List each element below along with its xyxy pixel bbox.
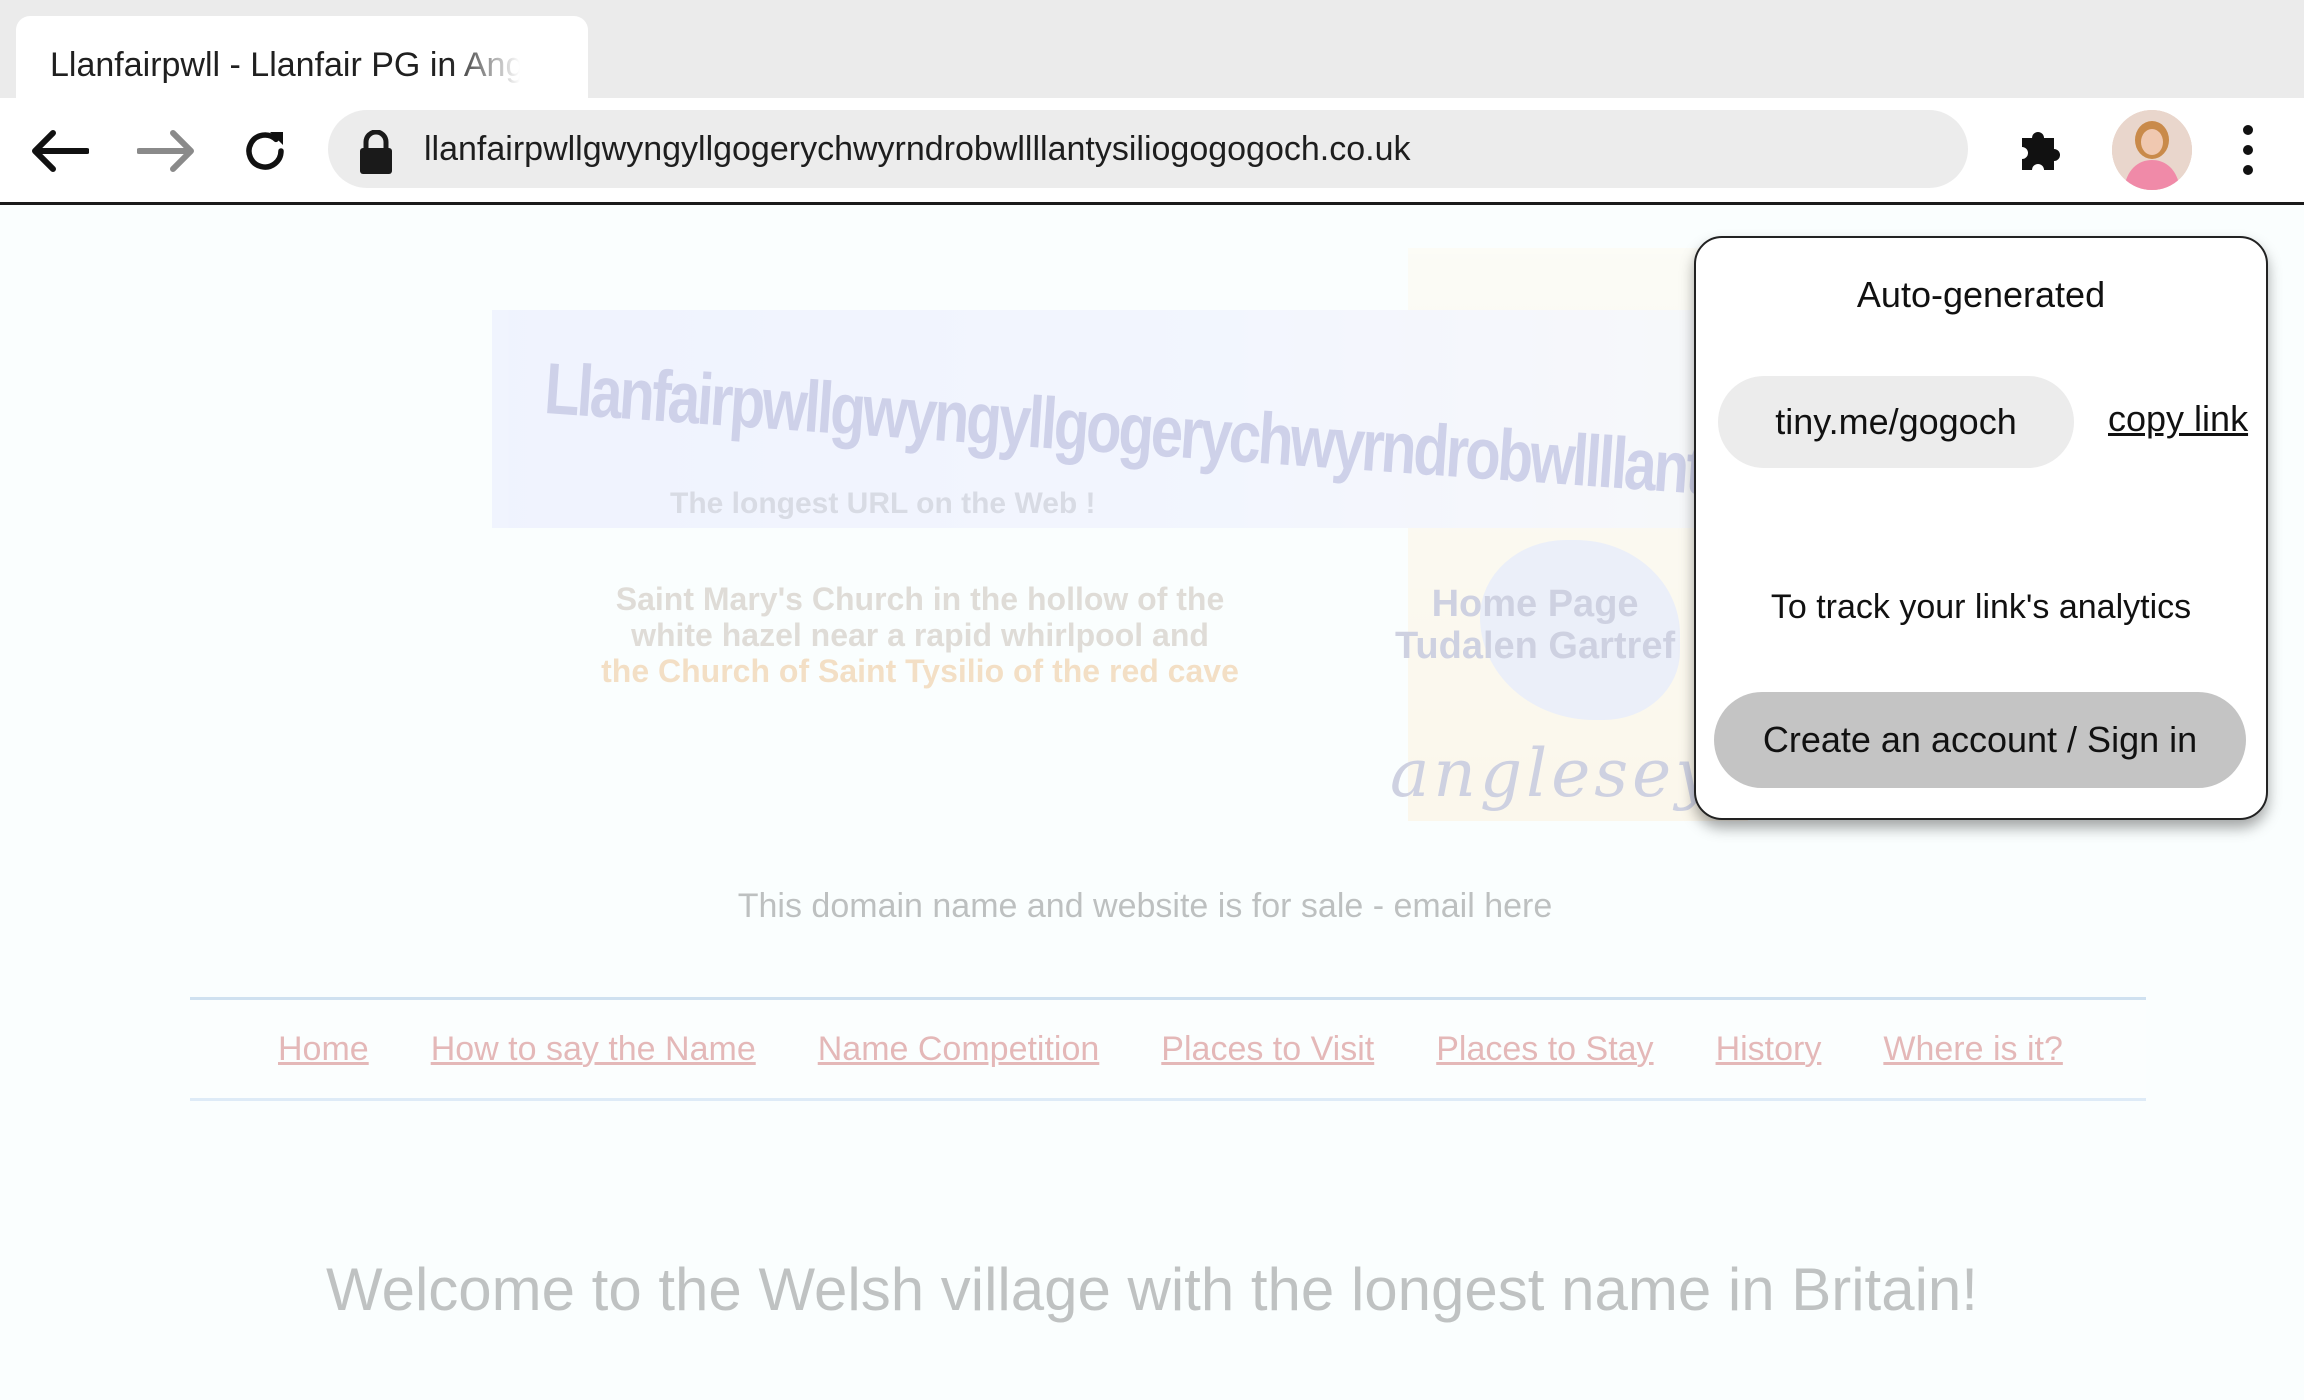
active-tab[interactable]: Llanfairpwll - Llanfair PG in Anglesey bbox=[16, 16, 588, 100]
anglesey-logo-text: anglesey bbox=[1390, 735, 1717, 812]
nav-link-where-is-it[interactable]: Where is it? bbox=[1883, 1030, 2063, 1069]
banner-subtitle: The longest URL on the Web ! bbox=[670, 487, 1096, 520]
tab-title: Llanfairpwll - Llanfair PG in Anglesey bbox=[50, 46, 520, 84]
url-text: llanfairpwllgwyngyllgogerychwyrndrobwlll… bbox=[424, 130, 1411, 168]
nav-link-history[interactable]: History bbox=[1716, 1030, 1822, 1069]
profile-avatar[interactable] bbox=[2112, 110, 2192, 190]
nav-link-home[interactable]: Home bbox=[278, 1030, 369, 1069]
welcome-heading: Welcome to the Welsh village with the lo… bbox=[326, 1256, 1978, 1323]
for-sale-notice[interactable]: This domain name and website is for sale… bbox=[0, 887, 2290, 926]
kebab-menu-icon[interactable] bbox=[2230, 120, 2266, 180]
copy-link-button[interactable]: copy link bbox=[2108, 398, 2248, 440]
browser-toolbar: llanfairpwllgwyngyllgogerychwyrndrobwlll… bbox=[0, 98, 2304, 205]
short-link-field[interactable]: tiny.me/gogoch bbox=[1718, 376, 2074, 468]
church-description: Saint Mary's Church in the hollow of the… bbox=[560, 581, 1280, 689]
forward-arrow-icon[interactable] bbox=[136, 120, 198, 182]
reload-icon[interactable] bbox=[234, 120, 296, 182]
puzzle-extension-icon[interactable] bbox=[2016, 122, 2068, 179]
church-line-2: white hazel near a rapid whirlpool and bbox=[631, 617, 1209, 653]
home-page-link[interactable]: Home Page Tudalen Gartref bbox=[1395, 583, 1675, 667]
nav-link-places-to-stay[interactable]: Places to Stay bbox=[1436, 1030, 1653, 1069]
nav-link-places-to-visit[interactable]: Places to Visit bbox=[1161, 1030, 1374, 1069]
tudalen-gartref-label: Tudalen Gartref bbox=[1395, 625, 1676, 667]
nav-link-how-to-say[interactable]: How to say the Name bbox=[431, 1030, 756, 1069]
popup-title: Auto-generated bbox=[1856, 274, 2106, 315]
tab-strip: Llanfairpwll - Llanfair PG in Anglesey bbox=[0, 0, 2304, 100]
address-bar[interactable]: llanfairpwllgwyngyllgogerychwyrndrobwlll… bbox=[328, 110, 1968, 188]
church-line-3: the Church of Saint Tysilio of the red c… bbox=[601, 653, 1239, 689]
lock-icon bbox=[358, 129, 394, 179]
back-arrow-icon[interactable] bbox=[28, 120, 90, 182]
analytics-prompt: To track your link's analytics bbox=[1770, 588, 2192, 626]
church-line-1: Saint Mary's Church in the hollow of the bbox=[615, 581, 1225, 617]
link-shortener-popup: Auto-generated tiny.me/gogoch copy link … bbox=[1694, 236, 2268, 820]
site-navigation: Home How to say the Name Name Competitio… bbox=[190, 997, 2146, 1101]
sign-in-button[interactable]: Create an account / Sign in bbox=[1714, 692, 2246, 788]
home-page-label: Home Page bbox=[1431, 583, 1639, 625]
nav-link-name-competition[interactable]: Name Competition bbox=[818, 1030, 1100, 1069]
